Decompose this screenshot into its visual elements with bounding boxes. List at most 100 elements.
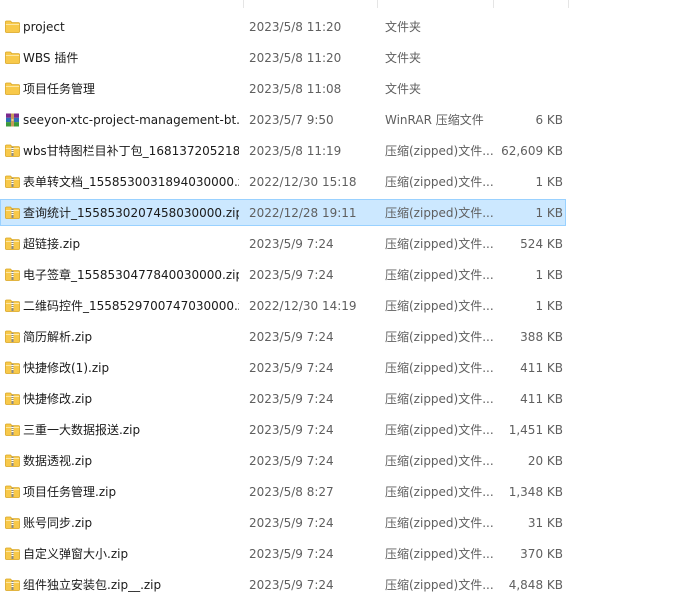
file-name: 项目任务管理 <box>23 82 96 96</box>
file-row[interactable]: 账号同步.zip 2023/5/9 7:24 压缩(zipped)文件... 3… <box>0 509 566 536</box>
file-type: 压缩(zipped)文件... <box>385 237 493 251</box>
file-name: 二维码控件_1558529700747030000.zip <box>23 299 239 313</box>
file-name: 快捷修改(1).zip <box>23 361 110 375</box>
file-type: 压缩(zipped)文件... <box>385 578 493 592</box>
file-date-modified: 2023/5/8 11:19 <box>249 144 342 158</box>
file-date-modified: 2023/5/8 11:20 <box>249 20 342 34</box>
file-row[interactable]: 自定义弹窗大小.zip 2023/5/9 7:24 压缩(zipped)文件..… <box>0 540 566 567</box>
file-name: 三重一大数据报送.zip <box>23 423 141 437</box>
column-separator[interactable] <box>377 0 378 8</box>
zip-folder-icon <box>5 423 20 437</box>
file-type: 压缩(zipped)文件... <box>385 454 493 468</box>
file-date-modified: 2023/5/9 7:24 <box>249 237 334 251</box>
file-row[interactable]: 三重一大数据报送.zip 2023/5/9 7:24 压缩(zipped)文件.… <box>0 416 566 443</box>
file-size: 1,451 KB <box>508 423 563 437</box>
file-row[interactable]: 表单转文档_1558530031894030000.zip 2022/12/30… <box>0 168 566 195</box>
file-date-modified: 2023/5/9 7:24 <box>249 423 334 437</box>
zip-folder-icon <box>5 144 20 158</box>
file-row[interactable]: 快捷修改(1).zip 2023/5/9 7:24 压缩(zipped)文件..… <box>0 354 566 381</box>
file-row[interactable]: 查询统计_1558530207458030000.zip 2022/12/28 … <box>0 199 566 226</box>
file-name: seeyon-xtc-project-management-bt... <box>23 113 239 127</box>
file-date-modified: 2023/5/9 7:24 <box>249 268 334 282</box>
file-type: 文件夹 <box>385 82 422 96</box>
file-row[interactable]: seeyon-xtc-project-management-bt... 2023… <box>0 106 566 133</box>
file-size: 4,848 KB <box>508 578 563 592</box>
file-row[interactable]: 简历解析.zip 2023/5/9 7:24 压缩(zipped)文件... 3… <box>0 323 566 350</box>
file-type: 压缩(zipped)文件... <box>385 206 493 220</box>
column-separator[interactable] <box>493 0 494 8</box>
file-row[interactable]: 组件独立安装包.zip__.zip 2023/5/9 7:24 压缩(zippe… <box>0 571 566 598</box>
file-size <box>494 76 563 103</box>
file-date-modified: 2023/5/7 9:50 <box>249 113 334 127</box>
column-separator[interactable] <box>243 0 244 8</box>
file-size: 370 KB <box>520 547 563 561</box>
file-size: 6 KB <box>535 113 563 127</box>
file-name: WBS 插件 <box>23 51 79 65</box>
file-name: 快捷修改.zip <box>23 392 93 406</box>
file-date-modified: 2022/12/28 19:11 <box>249 206 357 220</box>
file-name: 电子签章_1558530477840030000.zip <box>23 268 239 282</box>
column-separator[interactable] <box>568 0 569 8</box>
file-size: 20 KB <box>527 454 563 468</box>
file-date-modified: 2023/5/9 7:24 <box>249 392 334 406</box>
file-row[interactable]: 数据透视.zip 2023/5/9 7:24 压缩(zipped)文件... 2… <box>0 447 566 474</box>
file-name: 表单转文档_1558530031894030000.zip <box>23 175 239 189</box>
folder-icon <box>5 82 20 96</box>
file-type: 文件夹 <box>385 20 422 34</box>
zip-folder-icon <box>5 237 20 251</box>
file-name: project <box>23 20 65 34</box>
file-type: 压缩(zipped)文件... <box>385 268 493 282</box>
file-name: 简历解析.zip <box>23 330 93 344</box>
file-row[interactable]: WBS 插件 2023/5/8 11:20 文件夹 <box>0 44 566 71</box>
zip-folder-icon <box>5 361 20 375</box>
file-row[interactable]: 项目任务管理 2023/5/8 11:08 文件夹 <box>0 75 566 102</box>
file-size: 1 KB <box>535 175 563 189</box>
zip-folder-icon <box>5 175 20 189</box>
file-name: wbs甘特图栏目补丁包_168137205218... <box>23 144 239 158</box>
file-size: 411 KB <box>520 392 563 406</box>
folder-icon <box>5 51 20 65</box>
file-name: 自定义弹窗大小.zip <box>23 547 129 561</box>
file-row[interactable]: project 2023/5/8 11:20 文件夹 <box>0 13 566 40</box>
file-row[interactable]: 电子签章_1558530477840030000.zip 2023/5/9 7:… <box>0 261 566 288</box>
zip-folder-icon <box>5 392 20 406</box>
file-type: 压缩(zipped)文件... <box>385 330 493 344</box>
file-type: 压缩(zipped)文件... <box>385 516 493 530</box>
file-size: 411 KB <box>520 361 563 375</box>
file-size: 524 KB <box>520 237 563 251</box>
file-size: 1,348 KB <box>508 485 563 499</box>
file-row[interactable]: 快捷修改.zip 2023/5/9 7:24 压缩(zipped)文件... 4… <box>0 385 566 412</box>
file-date-modified: 2023/5/9 7:24 <box>249 578 334 592</box>
file-date-modified: 2023/5/8 11:20 <box>249 51 342 65</box>
file-size: 1 KB <box>535 299 563 313</box>
zip-folder-icon <box>5 206 20 220</box>
file-list: project 2023/5/8 11:20 文件夹 WBS 插件 2023/5… <box>0 0 696 605</box>
file-type: 压缩(zipped)文件... <box>385 392 493 406</box>
file-row[interactable]: wbs甘特图栏目补丁包_168137205218... 2023/5/8 11:… <box>0 137 566 164</box>
file-type: 压缩(zipped)文件... <box>385 175 493 189</box>
zip-folder-icon <box>5 268 20 282</box>
zip-folder-icon <box>5 578 20 592</box>
file-name: 查询统计_1558530207458030000.zip <box>23 206 239 220</box>
file-date-modified: 2023/5/9 7:24 <box>249 361 334 375</box>
zip-folder-icon <box>5 330 20 344</box>
file-row[interactable]: 超链接.zip 2023/5/9 7:24 压缩(zipped)文件... 52… <box>0 230 566 257</box>
zip-folder-icon <box>5 299 20 313</box>
file-size: 31 KB <box>527 516 563 530</box>
zip-folder-icon <box>5 547 20 561</box>
file-type: 压缩(zipped)文件... <box>385 144 493 158</box>
zip-folder-icon <box>5 516 20 530</box>
file-name: 组件独立安装包.zip__.zip <box>23 578 162 592</box>
file-row[interactable]: 项目任务管理.zip 2023/5/8 8:27 压缩(zipped)文件...… <box>0 478 566 505</box>
zip-folder-icon <box>5 485 20 499</box>
file-size: 388 KB <box>520 330 563 344</box>
file-date-modified: 2023/5/8 8:27 <box>249 485 334 499</box>
file-row[interactable]: 二维码控件_1558529700747030000.zip 2022/12/30… <box>0 292 566 319</box>
file-type: WinRAR 压缩文件 <box>385 113 484 127</box>
file-size: 1 KB <box>535 206 563 220</box>
file-type: 压缩(zipped)文件... <box>385 423 493 437</box>
file-type: 压缩(zipped)文件... <box>385 299 493 313</box>
file-name: 超链接.zip <box>23 237 81 251</box>
file-size: 1 KB <box>535 268 563 282</box>
file-type: 压缩(zipped)文件... <box>385 547 493 561</box>
